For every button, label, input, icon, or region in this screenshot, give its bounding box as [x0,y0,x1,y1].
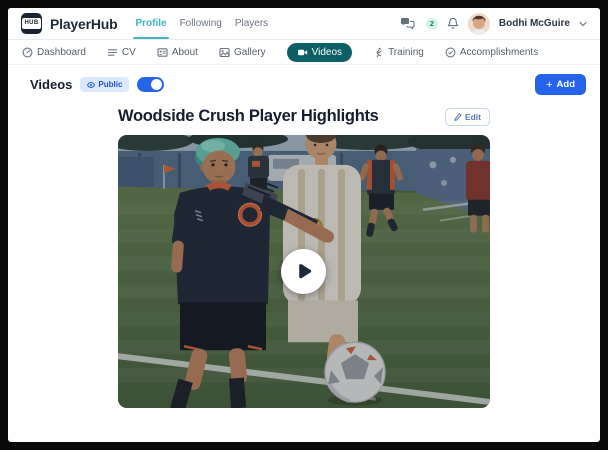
video-header-row: Woodside Crush Player Highlights Edit [118,107,490,126]
app-title: PlayerHub [50,15,118,32]
tab-label: Training [388,46,424,58]
user-avatar[interactable] [467,12,490,35]
add-video-button[interactable]: + Add [535,74,586,95]
messages-icon[interactable] [400,17,415,30]
video-player[interactable] [118,135,490,408]
tab-videos[interactable]: Videos [286,42,353,62]
topnav-links: Profile Following Players [133,8,268,39]
tab-cv[interactable]: CV [107,47,136,58]
nav-link-players[interactable]: Players [235,8,268,39]
add-label: Add [556,79,575,90]
app-window: HUB PlayerHub Profile Following Players … [8,8,600,442]
dashboard-gauge-icon [22,47,33,57]
tab-about[interactable]: About [157,47,198,58]
public-toggle[interactable] [137,77,165,92]
eye-icon [87,81,96,88]
playerhub-logo[interactable]: HUB [21,13,42,34]
runner-icon [376,47,382,57]
pencil-icon [454,112,462,121]
visibility-label: Public [98,80,123,89]
edit-label: Edit [464,111,481,122]
tab-label: Videos [311,46,343,58]
messages-count-badge: 2 [425,17,438,30]
user-name[interactable]: Bodhi McGuire [499,18,570,29]
tab-accomplishments[interactable]: Accomplishments [445,47,538,58]
videos-section-bar: Videos Public + Add [8,65,600,102]
tab-label: About [171,46,198,58]
nav-link-following[interactable]: Following [180,8,222,39]
screenshot-frame: HUB PlayerHub Profile Following Players … [0,0,608,450]
profile-subnav: Dashboard CV About Gallery Videos Traini… [8,40,600,65]
tab-label: Dashboard [37,46,86,58]
video-title: Woodside Crush Player Highlights [118,107,379,125]
tab-gallery[interactable]: Gallery [219,47,266,58]
nav-link-profile[interactable]: Profile [133,8,169,39]
tab-dashboard[interactable]: Dashboard [22,47,86,58]
logo-text: HUB [22,18,41,29]
main-content: Woodside Crush Player Highlights Edit [8,102,600,408]
tab-label: Accomplishments [459,46,539,58]
tab-label: Gallery [233,46,266,58]
list-lines-icon [107,48,117,56]
tab-training[interactable]: Training [373,47,424,58]
play-button[interactable] [281,248,326,294]
medal-icon [445,47,456,57]
toggle-knob [151,79,163,90]
gallery-image-icon [219,47,230,57]
play-icon [298,264,311,279]
notifications-bell-icon[interactable] [447,17,459,30]
top-navbar: HUB PlayerHub Profile Following Players … [8,8,600,40]
topnav-right: 2 Bodhi McGuire [400,12,587,35]
id-card-icon [157,47,168,57]
edit-button[interactable]: Edit [444,107,490,126]
chevron-down-icon[interactable] [579,21,587,27]
section-title: Videos [30,77,73,92]
visibility-badge: Public [80,77,130,92]
plus-icon: + [546,78,553,91]
tab-label: CV [121,46,136,58]
video-camera-icon [297,49,307,55]
